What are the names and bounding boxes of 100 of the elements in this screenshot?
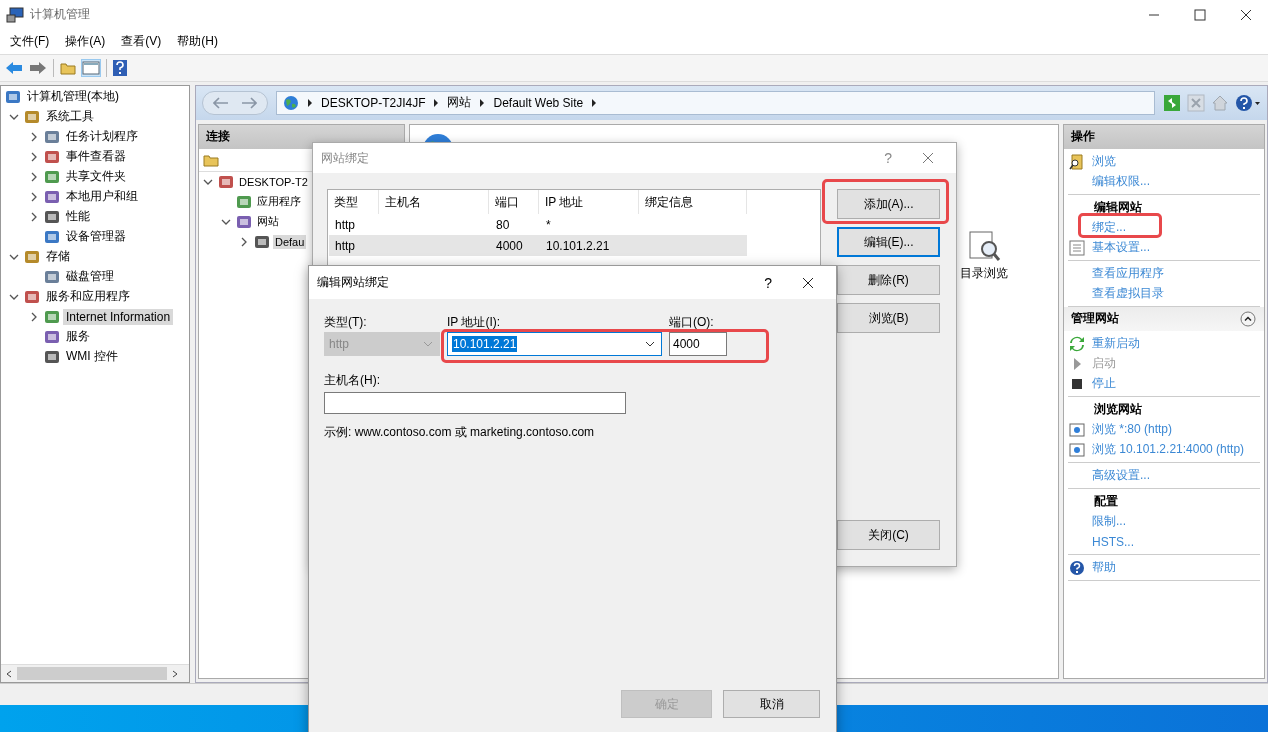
column-header[interactable]: 端口 [489, 190, 539, 214]
table-row[interactable]: http 4000 10.101.2.21 [329, 235, 747, 256]
horizontal-scrollbar[interactable] [1, 664, 189, 683]
document-icon[interactable] [967, 228, 1001, 263]
expander-icon[interactable] [29, 151, 39, 162]
close-icon[interactable] [1240, 8, 1252, 21]
tree-item[interactable]: 磁盘管理 [63, 267, 117, 287]
tree-item[interactable]: 任务计划程序 [63, 127, 141, 147]
column-header[interactable]: 类型 [328, 190, 379, 214]
tree-item[interactable]: 服务和应用程序 [43, 287, 133, 307]
dialog-button[interactable]: 添加(A)... [837, 189, 940, 219]
port-field[interactable]: 4000 [669, 332, 727, 356]
host-field[interactable] [324, 392, 626, 414]
refresh-icon[interactable] [1163, 93, 1181, 112]
field-label: IP 地址(I): [447, 314, 502, 330]
table-cell-text: http [334, 237, 356, 255]
tree-item[interactable]: 网站 [255, 213, 281, 231]
feature-label[interactable]: 目录浏览 [960, 264, 1008, 282]
action-link[interactable]: 浏览 [1092, 153, 1116, 171]
dialog-button[interactable]: 取消 [723, 690, 820, 718]
tile-icon [44, 188, 60, 205]
tree-item[interactable]: 共享文件夹 [63, 167, 129, 187]
caret-icon [479, 98, 486, 107]
dialog-button[interactable]: 浏览(B) [837, 303, 940, 333]
help-button[interactable]: ? [764, 274, 772, 291]
caret-icon [307, 98, 313, 107]
tile-icon [236, 213, 252, 230]
forward-arrow-icon[interactable] [29, 60, 47, 75]
tile-icon [44, 148, 60, 165]
tree-item[interactable]: 存储 [43, 247, 73, 267]
scroll-right-icon[interactable] [171, 669, 179, 678]
expander-icon[interactable] [29, 191, 39, 202]
tree-item[interactable]: 应用程序 [255, 193, 303, 211]
address-bar[interactable]: DESKTOP-T2JI4JF 网站 Default Web Site [276, 90, 1155, 115]
breadcrumb[interactable]: Default Web Site [493, 95, 584, 110]
folder-icon[interactable] [60, 60, 76, 75]
computer-icon [6, 6, 24, 23]
action-link[interactable]: 限制... [1092, 513, 1126, 531]
action-link[interactable]: 查看虚拟目录 [1092, 285, 1164, 303]
chevron-down-icon [645, 341, 655, 347]
action-link[interactable]: 高级设置... [1092, 467, 1150, 485]
tree-item[interactable]: WMI 控件 [63, 347, 121, 367]
tree-item[interactable]: 性能 [63, 207, 93, 227]
tree-item[interactable]: Internet Information [63, 308, 174, 325]
tree-item[interactable]: 服务 [63, 327, 93, 347]
action-link[interactable]: 帮助 [1092, 559, 1116, 577]
scroll-left-icon[interactable] [5, 669, 13, 678]
column-header[interactable]: IP 地址 [539, 190, 639, 214]
action-link[interactable]: 浏览 *:80 (http) [1092, 421, 1173, 439]
breadcrumb[interactable]: 网站 [447, 94, 472, 112]
action-link[interactable]: 停止 [1092, 375, 1116, 393]
collapse-icon[interactable] [1240, 310, 1256, 327]
dialog-button[interactable]: 删除(R) [837, 265, 940, 295]
tree-item[interactable]: DESKTOP-T2 [237, 174, 310, 189]
breadcrumb[interactable]: DESKTOP-T2JI4JF [321, 95, 426, 110]
action-link[interactable]: 编辑权限... [1092, 173, 1150, 191]
close-icon[interactable] [802, 276, 814, 289]
column-header[interactable]: 主机名 [379, 190, 489, 214]
tree-item[interactable]: 系统工具 [43, 107, 97, 127]
menu-item[interactable]: 查看(V) [121, 33, 162, 51]
section-heading: 浏览网站 [1093, 401, 1143, 419]
action-link[interactable]: HSTS... [1092, 534, 1134, 549]
action-link[interactable]: 绑定... [1092, 219, 1126, 237]
action-link[interactable]: 重新启动 [1092, 335, 1140, 353]
help-icon[interactable] [113, 59, 127, 76]
action-link[interactable]: 查看应用程序 [1092, 265, 1164, 283]
column-header[interactable]: 绑定信息 [639, 190, 747, 214]
expander-icon[interactable] [29, 171, 39, 182]
tile-icon [44, 328, 60, 345]
action-link[interactable]: 基本设置... [1092, 239, 1150, 257]
tree-item[interactable]: 事件查看器 [63, 147, 129, 167]
magnifier-folder-icon [1069, 153, 1085, 170]
tile-icon [254, 233, 270, 250]
tree-item[interactable]: 本地用户和组 [63, 187, 141, 207]
table-row[interactable]: http 80 * [329, 214, 747, 235]
field-label: 主机名(H): [324, 372, 381, 388]
expander-icon[interactable] [29, 131, 39, 142]
maximize-icon[interactable] [1194, 8, 1206, 21]
tree-item[interactable]: Defau [273, 234, 307, 249]
tree-item[interactable]: 设备管理器 [63, 227, 129, 247]
help-icon[interactable] [1235, 93, 1261, 112]
tree-item[interactable]: 计算机管理(本地) [24, 87, 122, 107]
back-arrow-icon[interactable] [5, 60, 23, 75]
help-button[interactable]: ? [884, 150, 892, 166]
table-cell-text: 4000 [495, 237, 524, 255]
action-link[interactable]: 浏览 10.101.2.21:4000 (http) [1092, 441, 1245, 459]
close-button[interactable]: 关闭(C) [837, 520, 940, 550]
folder-icon[interactable] [203, 152, 219, 167]
panel-icon[interactable] [82, 59, 100, 76]
menu-item[interactable]: 操作(A) [65, 33, 106, 51]
ip-dropdown[interactable]: 10.101.2.21 [447, 332, 662, 356]
expander-icon[interactable] [29, 211, 39, 222]
dialog-button[interactable]: 编辑(E)... [837, 227, 940, 257]
tile-icon [24, 108, 40, 125]
table-cell-text: http [334, 216, 356, 234]
menu-item[interactable]: 文件(F) [10, 33, 50, 51]
menu-item[interactable]: 帮助(H) [177, 33, 218, 51]
expander-icon[interactable] [239, 236, 249, 247]
tile-icon [236, 193, 252, 210]
expander-icon[interactable] [29, 311, 39, 322]
